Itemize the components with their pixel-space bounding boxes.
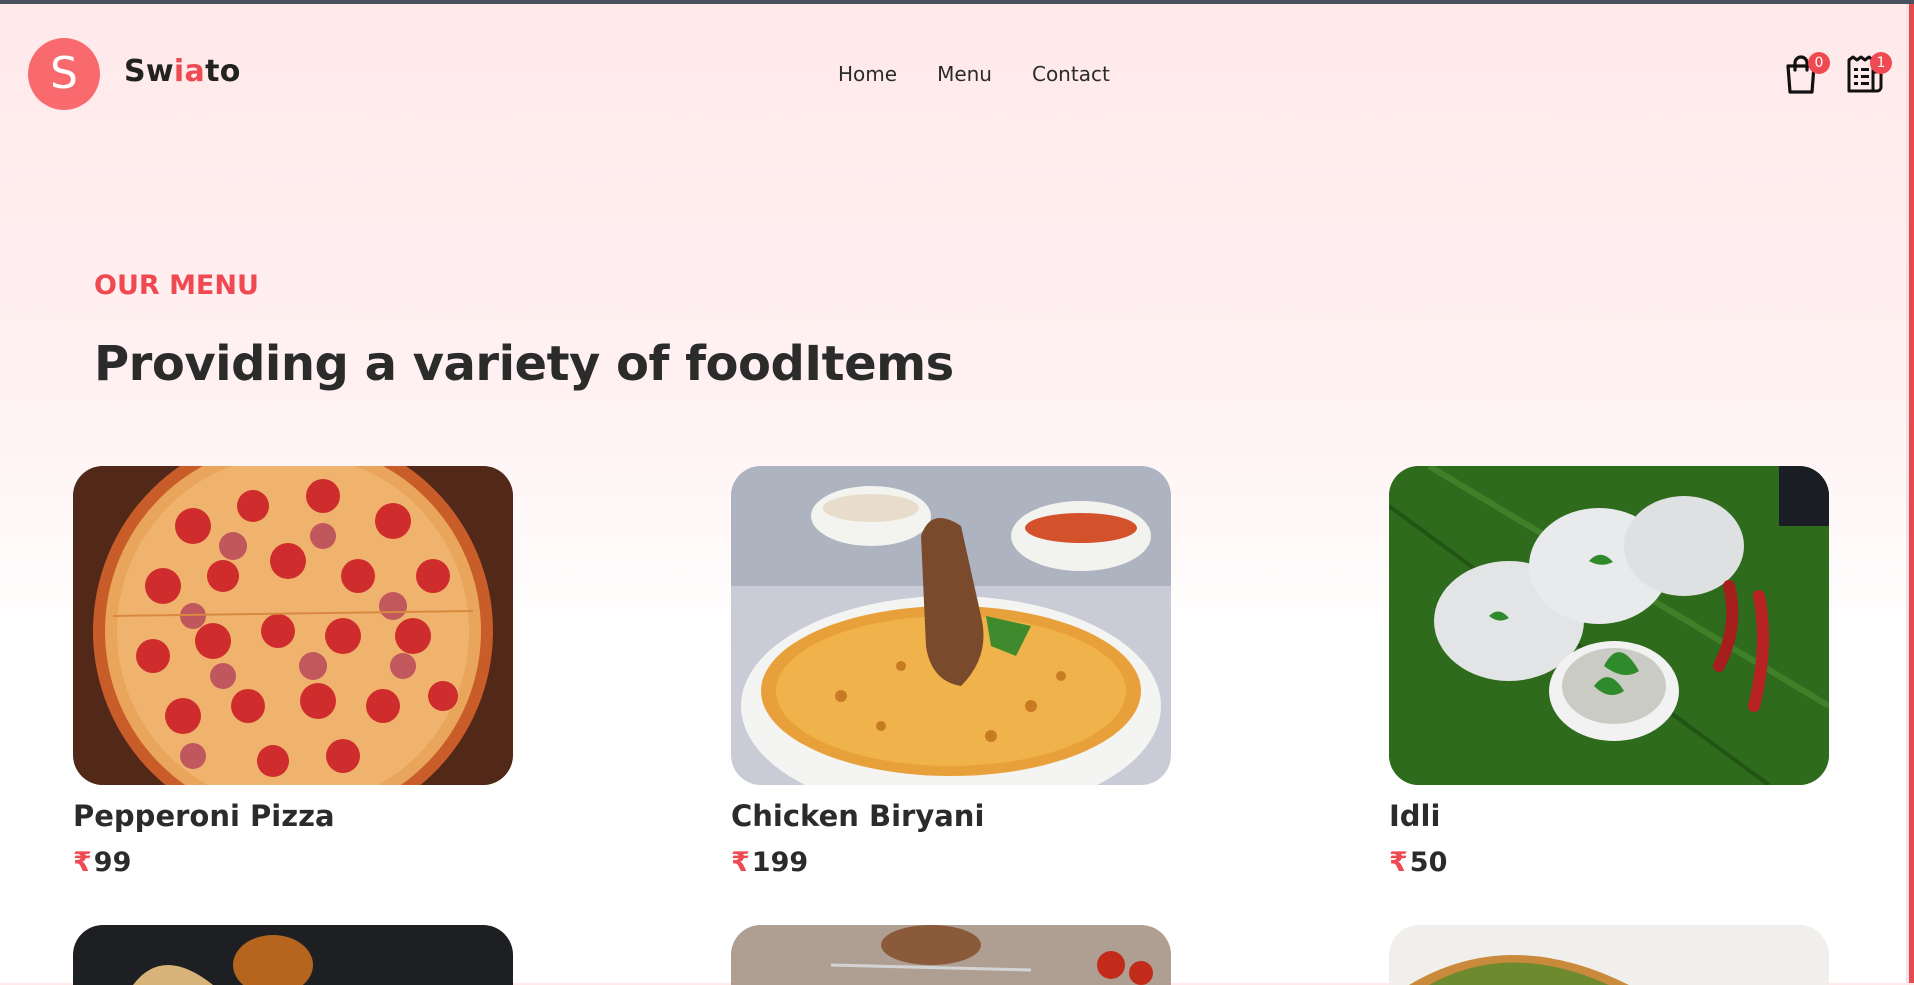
menu-item-name: Chicken Biryani bbox=[731, 799, 985, 833]
main-nav: Home Menu Contact bbox=[838, 62, 1110, 86]
brand-name-part2: to bbox=[205, 54, 241, 89]
pepperoni-pizza-image[interactable] bbox=[73, 466, 513, 785]
menu-card-partial-1[interactable] bbox=[73, 925, 513, 985]
chicken-biryani-image[interactable] bbox=[731, 466, 1171, 785]
menu-card-idli[interactable]: Idli ₹ 50 bbox=[1389, 466, 1829, 878]
brand-name-part1: Sw bbox=[124, 54, 174, 89]
nav-contact-link[interactable]: Contact bbox=[1032, 62, 1110, 86]
menu-card-pepperoni-pizza[interactable]: Pepperoni Pizza ₹ 99 bbox=[73, 466, 513, 878]
menu-item-price: ₹ 99 bbox=[73, 847, 513, 878]
menu-item-price: ₹ 199 bbox=[731, 847, 1171, 878]
orders-button[interactable]: 1 bbox=[1846, 52, 1892, 98]
scrollbar-thumb[interactable] bbox=[1909, 4, 1914, 983]
rupee-icon: ₹ bbox=[73, 847, 92, 878]
food-image-partial[interactable] bbox=[1389, 925, 1829, 985]
brand-name[interactable]: Swiato bbox=[124, 54, 241, 89]
menu-item-name: Pepperoni Pizza bbox=[73, 799, 335, 833]
rupee-icon: ₹ bbox=[731, 847, 750, 878]
nav-home-link[interactable]: Home bbox=[838, 62, 897, 86]
price-value: 50 bbox=[1409, 847, 1448, 878]
food-image-partial[interactable] bbox=[731, 925, 1171, 985]
menu-item-name: Idli bbox=[1389, 799, 1441, 833]
logo-badge[interactable]: S bbox=[28, 38, 100, 110]
menu-item-price: ₹ 50 bbox=[1389, 847, 1829, 878]
menu-card-partial-3[interactable] bbox=[1389, 925, 1829, 985]
menu-card-partial-2[interactable] bbox=[731, 925, 1171, 985]
idli-image[interactable] bbox=[1389, 466, 1829, 785]
cart-button[interactable]: 0 bbox=[1784, 52, 1830, 98]
orders-count-badge: 1 bbox=[1870, 52, 1892, 74]
site-header: S Swiato Home Menu Contact 0 1 bbox=[0, 4, 1906, 144]
price-value: 99 bbox=[93, 847, 132, 878]
section-headline: Providing a variety of foodItems bbox=[94, 336, 954, 392]
cart-count-badge: 0 bbox=[1808, 52, 1830, 74]
nav-menu-link[interactable]: Menu bbox=[937, 62, 992, 86]
rupee-icon: ₹ bbox=[1389, 847, 1408, 878]
section-kicker: OUR MENU bbox=[94, 270, 259, 301]
brand-name-accent: ia bbox=[173, 54, 206, 89]
food-image-partial[interactable] bbox=[73, 925, 513, 985]
menu-card-chicken-biryani[interactable]: Chicken Biryani ₹ 199 bbox=[731, 466, 1171, 878]
price-value: 199 bbox=[751, 847, 809, 878]
